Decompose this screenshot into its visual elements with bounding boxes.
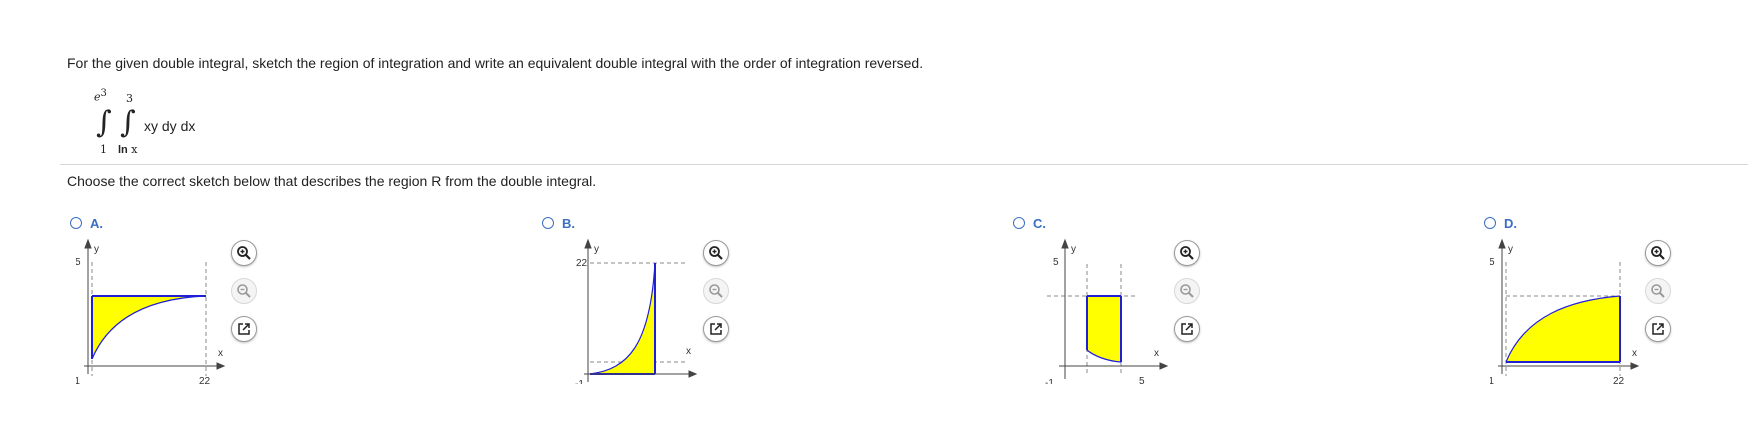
inner-lower-limit: ln x [118,143,138,156]
zoom-in-button[interactable] [1645,240,1671,266]
external-link-icon [238,323,250,335]
region-fill [92,296,206,359]
option-c[interactable]: C. y x 5 5 -1 [1011,214,1301,384]
origin-tick-label: -1 [1490,376,1494,384]
zoom-in-icon [1180,246,1194,260]
y-tick-label: 22 [576,258,588,269]
region-fill [590,263,655,374]
outer-lower-limit: 1 [100,143,107,156]
y-tick-label: 5 [76,257,81,268]
zoom-in-button[interactable] [1174,240,1200,266]
y-tick-label: 5 [1490,257,1495,268]
option-a-radio[interactable] [70,217,82,229]
option-d[interactable]: D. y x 5 22 -1 [1482,214,1748,384]
y-axis-label: y [1508,244,1513,255]
origin-tick-label: -1 [76,376,80,384]
inner-upper-limit: 3 [126,92,133,105]
outer-upper-limit: e3 [94,88,107,104]
origin-tick-label: -1 [575,379,584,384]
zoom-in-button[interactable] [703,240,729,266]
external-link-icon [1181,323,1193,335]
option-d-label[interactable]: D. [1504,216,1517,231]
zoom-out-icon [237,284,251,298]
y-axis-arrow [84,238,92,249]
popout-button[interactable] [703,316,729,342]
question-text: For the given double integral, sketch th… [67,55,924,71]
y-axis-arrow [1498,238,1506,249]
popout-button[interactable] [231,316,257,342]
option-b-radio[interactable] [542,217,554,229]
prompt-text: Choose the correct sketch below that des… [67,173,597,189]
zoom-out-icon [709,284,723,298]
option-c-label[interactable]: C. [1033,216,1046,231]
x-tick-label: 22 [1613,376,1625,384]
zoom-in-button[interactable] [231,240,257,266]
region-fill [1087,296,1121,362]
zoom-out-button[interactable] [1645,278,1671,304]
x-axis-label: x [218,348,223,359]
popout-button[interactable] [1174,316,1200,342]
option-a[interactable]: A. y x 5 22 -1 [68,214,358,384]
inner-integral-sign: ∫ [120,105,136,140]
option-b[interactable]: B. y x 22 5 -1 [540,214,830,384]
section-divider [60,164,1748,165]
x-axis-label: x [686,346,691,357]
zoom-out-icon [1651,284,1665,298]
x-axis-arrow [1159,362,1169,370]
y-tick-label: 5 [1053,257,1059,268]
x-axis-arrow [1630,362,1640,370]
y-axis-arrow [1061,238,1069,249]
x-tick-label: 22 [199,376,211,384]
double-integral: e3 3 ∫ ∫ xy dy dx 1 ln x [90,88,290,158]
zoom-in-icon [709,246,723,260]
popout-button[interactable] [1645,316,1671,342]
origin-tick-label: -1 [1045,378,1054,384]
zoom-out-icon [1180,284,1194,298]
option-c-graph: y x 5 5 -1 [1045,238,1169,384]
x-axis-arrow [688,370,698,378]
region-fill [1506,296,1620,362]
y-axis-label: y [94,244,99,255]
option-a-label[interactable]: A. [90,216,103,231]
zoom-in-icon [1651,246,1665,260]
x-tick-label: 5 [1139,376,1145,384]
option-d-graph: y x 5 22 -1 [1490,238,1640,384]
y-axis-label: y [1071,244,1076,255]
x-axis-arrow [216,362,226,370]
option-a-graph: y x 5 22 -1 [76,238,226,384]
outer-integral-sign: ∫ [96,105,112,140]
option-b-graph: y x 22 5 -1 [575,238,698,384]
zoom-in-icon [237,246,251,260]
x-tick-label: 5 [679,383,685,384]
zoom-out-button[interactable] [703,278,729,304]
zoom-out-button[interactable] [1174,278,1200,304]
integrand: xy dy dx [144,118,196,134]
x-axis-label: x [1154,348,1159,359]
x-axis-label: x [1632,348,1637,359]
zoom-out-button[interactable] [231,278,257,304]
y-axis-label: y [594,244,599,255]
option-b-label[interactable]: B. [562,216,575,231]
option-d-radio[interactable] [1484,217,1496,229]
external-link-icon [1652,323,1664,335]
external-link-icon [710,323,722,335]
y-axis-arrow [584,238,592,249]
option-c-radio[interactable] [1013,217,1025,229]
